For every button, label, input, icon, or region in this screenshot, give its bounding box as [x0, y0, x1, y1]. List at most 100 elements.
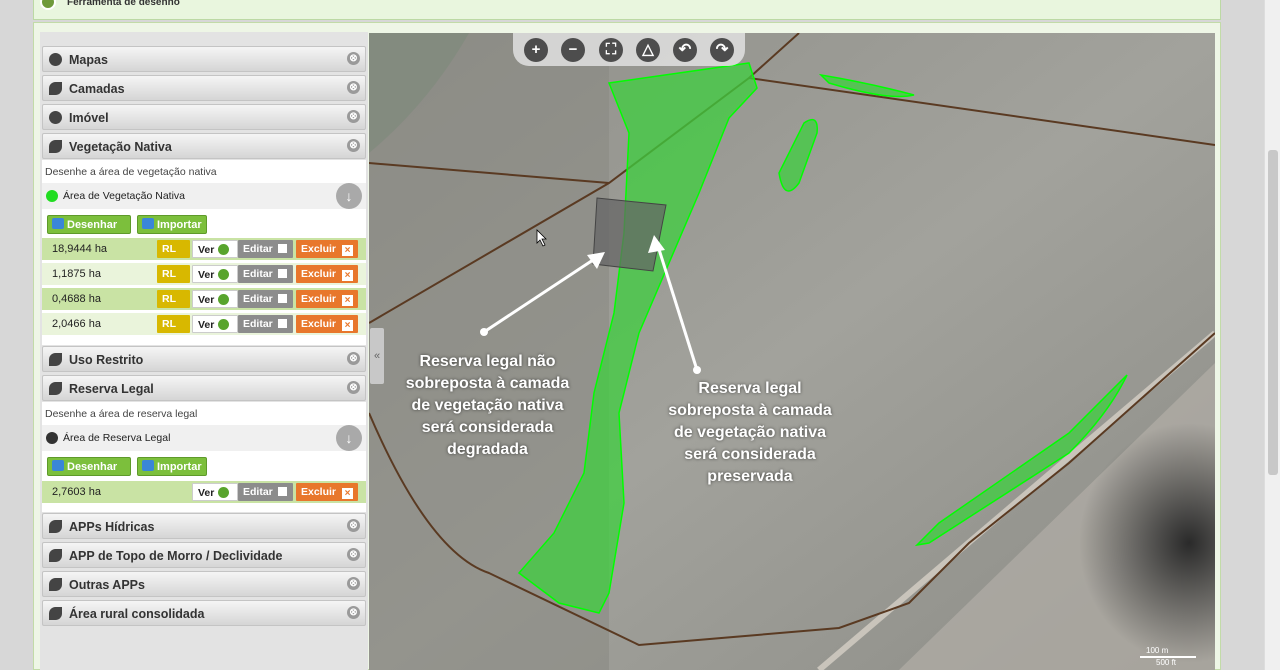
excluir-button[interactable]: Excluir ×	[296, 265, 358, 283]
close-icon[interactable]: ⊗	[347, 548, 360, 561]
edit-icon	[277, 294, 287, 303]
edit-icon	[277, 487, 287, 496]
close-icon[interactable]: ⊗	[347, 352, 360, 365]
button-label: Editar	[243, 268, 273, 280]
annotation-line: Reserva legal não	[419, 353, 556, 370]
globe-icon	[218, 319, 230, 330]
section-vegetacao-nativa[interactable]: Vegetação Nativa ⊗	[42, 133, 366, 159]
vegetation-color-swatch	[46, 190, 58, 202]
button-label: Ver	[198, 294, 215, 306]
ver-button[interactable]: Ver	[192, 290, 238, 308]
annotation-line: será considerada	[421, 419, 554, 436]
chevron-down-icon[interactable]: ↓	[336, 183, 362, 209]
editar-button[interactable]: Editar	[238, 290, 293, 308]
arrow-left-origin	[480, 328, 488, 336]
close-icon[interactable]: ⊗	[347, 52, 360, 65]
button-label: Editar	[243, 486, 273, 498]
excluir-button[interactable]: Excluir ×	[296, 240, 358, 258]
editar-button[interactable]: Editar	[238, 265, 293, 283]
chevron-down-icon[interactable]: ↓	[336, 425, 362, 451]
button-label: Desenhar	[67, 461, 118, 473]
globe-icon	[218, 487, 230, 498]
fullscreen-icon[interactable]: ⛶	[599, 38, 623, 62]
section-area-rural-consolidada[interactable]: Área rural consolidada ⊗	[42, 600, 366, 626]
undo-icon[interactable]: ↶	[673, 38, 697, 62]
rl-button[interactable]: RL	[157, 265, 190, 283]
excluir-button[interactable]: Excluir ×	[296, 315, 358, 333]
ver-button[interactable]: Ver	[192, 483, 238, 501]
scrollbar-thumb[interactable]	[1268, 150, 1278, 475]
app-logo-icon	[40, 0, 56, 10]
measure-icon[interactable]: △	[636, 38, 660, 62]
button-label: Ver	[198, 269, 215, 281]
globe-icon	[218, 269, 230, 280]
desenhar-button[interactable]: Desenhar	[47, 457, 131, 476]
zoom-in-icon[interactable]: +	[524, 38, 548, 62]
close-icon[interactable]: ⊗	[347, 606, 360, 619]
excluir-button[interactable]: Excluir ×	[296, 290, 358, 308]
close-icon[interactable]: ⊗	[347, 577, 360, 590]
delete-icon: ×	[342, 270, 354, 281]
ver-button[interactable]: Ver	[192, 265, 238, 283]
section-reserva-legal[interactable]: Reserva Legal ⊗	[42, 375, 366, 401]
excluir-button[interactable]: Excluir ×	[296, 483, 358, 501]
desenhar-button[interactable]: Desenhar	[47, 215, 131, 234]
button-label: Excluir	[301, 243, 337, 255]
annotation-line: de vegetação nativa	[673, 424, 827, 441]
section-app-topo-morro[interactable]: APP de Topo de Morro / Declividade ⊗	[42, 542, 366, 568]
reserva-legal-polygon[interactable]	[592, 197, 667, 272]
close-icon[interactable]: ⊗	[347, 81, 360, 94]
rl-button[interactable]: RL	[157, 290, 190, 308]
editar-button[interactable]: Editar	[238, 315, 293, 333]
page-scrollbar[interactable]	[1264, 0, 1280, 670]
ver-button[interactable]: Ver	[192, 315, 238, 333]
rl-button[interactable]: RL	[157, 240, 190, 258]
delete-icon: ×	[342, 488, 354, 499]
button-label: Excluir	[301, 293, 337, 305]
scale-meters: 100 m	[1146, 646, 1169, 655]
globe-icon	[218, 244, 230, 255]
button-label: Ver	[198, 244, 215, 256]
section-apps-hidricas[interactable]: APPs Hídricas ⊗	[42, 513, 366, 539]
section-label: Vegetação Nativa	[69, 140, 172, 154]
editar-button[interactable]: Editar	[238, 483, 293, 501]
edit-icon	[277, 319, 287, 328]
section-imovel[interactable]: Imóvel ⊗	[42, 104, 366, 130]
close-icon[interactable]: ⊗	[347, 139, 360, 152]
button-label: Editar	[243, 293, 273, 305]
section-camadas[interactable]: Camadas ⊗	[42, 75, 366, 101]
vegetacao-legend: Área de Vegetação Nativa ↓	[42, 183, 366, 209]
reserva-color-swatch	[46, 432, 58, 444]
app-title: Ferramenta de desenho	[67, 0, 180, 8]
area-value: 18,9444 ha	[52, 243, 108, 255]
table-row: 2,7603 ha Ver Editar Excluir ×	[42, 481, 366, 503]
button-label: Ver	[198, 319, 215, 331]
delete-icon: ×	[342, 320, 354, 331]
close-icon[interactable]: ⊗	[347, 519, 360, 532]
section-label: Outras APPs	[69, 578, 145, 592]
rl-button[interactable]: RL	[157, 315, 190, 333]
top-bar: Ferramenta de desenho	[33, 0, 1221, 20]
table-row: 1,1875 ha RL Ver Editar Excluir ×	[42, 263, 366, 285]
annotation-line: será considerada	[684, 446, 816, 463]
zoom-out-icon[interactable]: −	[561, 38, 585, 62]
close-icon[interactable]: ⊗	[347, 381, 360, 394]
editar-button[interactable]: Editar	[238, 240, 293, 258]
table-row: 18,9444 ha RL Ver Editar Excluir ×	[42, 238, 366, 260]
area-value: 2,0466 ha	[52, 318, 101, 330]
importar-button[interactable]: Importar	[137, 457, 207, 476]
leaf-icon	[49, 578, 62, 591]
ver-button[interactable]: Ver	[192, 240, 238, 258]
section-outras-apps[interactable]: Outras APPs ⊗	[42, 571, 366, 597]
import-icon	[142, 218, 154, 229]
section-mapas[interactable]: Mapas ⊗	[42, 46, 366, 72]
area-value: 2,7603 ha	[52, 486, 101, 498]
annotation-overlapping: Reserva legal sobreposta à camada de veg…	[640, 378, 860, 488]
redo-icon[interactable]: ↷	[710, 38, 734, 62]
leaf-icon	[49, 140, 62, 153]
edit-icon	[277, 269, 287, 278]
globe-icon	[49, 111, 62, 124]
section-uso-restrito[interactable]: Uso Restrito ⊗	[42, 346, 366, 372]
close-icon[interactable]: ⊗	[347, 110, 360, 123]
importar-button[interactable]: Importar	[137, 215, 207, 234]
